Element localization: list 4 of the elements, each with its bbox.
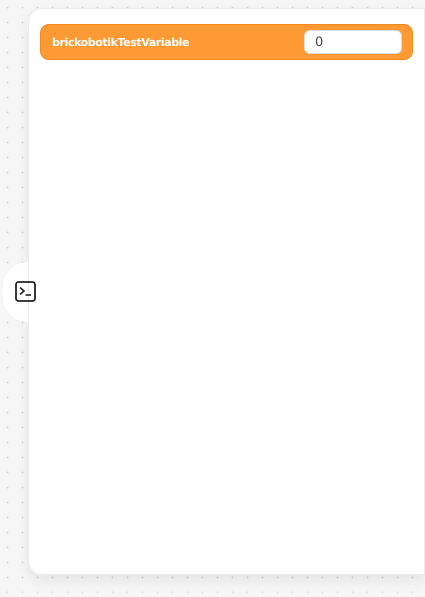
value-field[interactable]: 0: [304, 30, 402, 54]
side-tab[interactable]: [3, 262, 28, 322]
variable-name: brickobotikTestVariable: [52, 36, 190, 48]
terminal-icon: [15, 281, 36, 302]
